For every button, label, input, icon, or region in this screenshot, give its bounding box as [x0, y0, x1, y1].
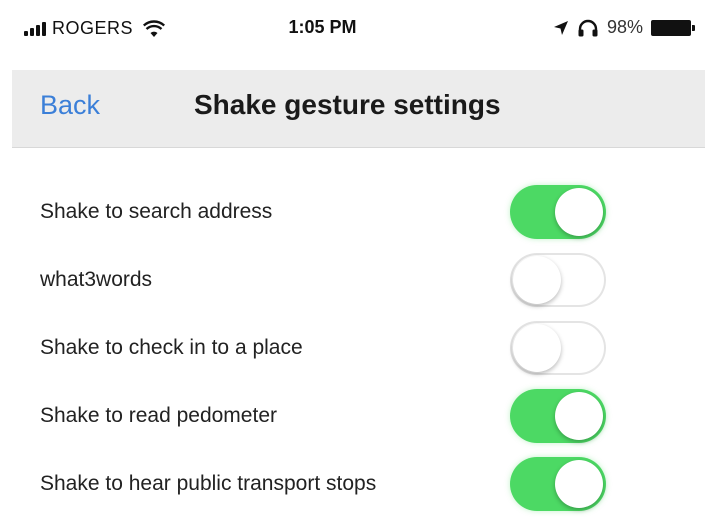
- setting-label: what3words: [40, 268, 153, 291]
- toggle-knob: [513, 324, 561, 372]
- toggle-knob: [555, 460, 603, 508]
- setting-label: Shake to search address: [40, 200, 273, 223]
- status-right: 98%: [553, 17, 695, 38]
- headphones-icon: [578, 19, 598, 36]
- setting-row-search-address: Shake to search address: [0, 178, 705, 246]
- toggle-switch[interactable]: [510, 185, 606, 239]
- page-title: Shake gesture settings: [194, 89, 501, 120]
- toggle-switch[interactable]: [510, 457, 606, 511]
- setting-row-transport-stops: Shake to hear public transport stops: [0, 450, 705, 517]
- setting-row-pedometer: Shake to read pedometer: [0, 382, 705, 450]
- toggle-switch[interactable]: [510, 389, 606, 443]
- toggle-knob: [555, 392, 603, 440]
- setting-row-what3words: what3words: [0, 246, 705, 314]
- toggle-switch[interactable]: [510, 321, 606, 375]
- setting-label: Shake to read pedometer: [40, 404, 277, 427]
- toggle-knob: [513, 256, 561, 304]
- setting-label: Shake to hear public transport stops: [40, 472, 377, 495]
- settings-list: Shake to search address what3words Shake…: [0, 178, 705, 517]
- settings-screen: ROGERS 1:05 PM 98% Back Shake gesture se…: [0, 0, 705, 517]
- navigation-bar: Back Shake gesture settings: [12, 70, 705, 148]
- back-button[interactable]: Back: [40, 90, 100, 121]
- toggle-switch[interactable]: [510, 253, 606, 307]
- setting-label: Shake to check in to a place: [40, 336, 303, 359]
- setting-row-check-in: Shake to check in to a place: [0, 314, 705, 382]
- toggle-knob: [555, 188, 603, 236]
- battery-icon: [651, 19, 695, 36]
- battery-percent: 98%: [606, 17, 643, 37]
- status-bar: ROGERS 1:05 PM 98%: [0, 0, 705, 64]
- location-arrow-icon: [553, 20, 568, 35]
